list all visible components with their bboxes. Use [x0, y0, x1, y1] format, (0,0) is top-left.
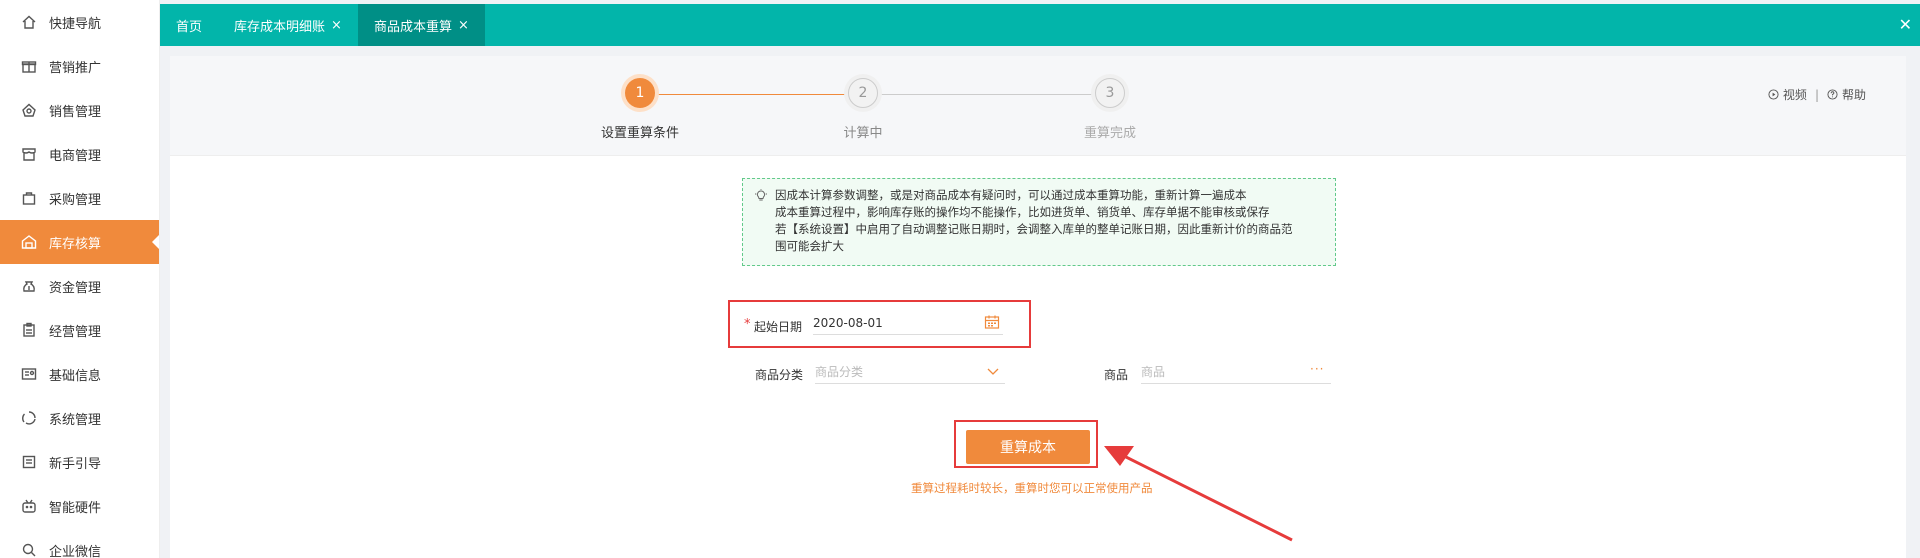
- warehouse-icon: [20, 233, 38, 251]
- tab-close-icon[interactable]: ×: [331, 18, 342, 33]
- step-1-circle: 1: [625, 78, 655, 108]
- help-links: 视频 | 帮助: [1768, 86, 1866, 103]
- tab-cost-recalc-label: 商品成本重算: [373, 19, 452, 35]
- sidebar-item-label: 电商管理: [49, 148, 102, 164]
- tab-inventory-cost-ledger-label: 库存成本明细账: [234, 19, 326, 35]
- step-2-label: 计算中: [843, 126, 883, 141]
- step-3-label: 重算完成: [1083, 126, 1136, 141]
- gift-icon: [20, 57, 38, 75]
- sidebar-item-label: 基础信息: [49, 368, 102, 384]
- product-label: 商品: [1104, 368, 1129, 382]
- notice-line-4: 围可能会扩大: [775, 239, 844, 253]
- start-date-input[interactable]: [813, 311, 1003, 335]
- sidebar-item-label: 快捷导航: [49, 16, 102, 32]
- tab-home-label: 首页: [176, 19, 203, 35]
- sidebar-item-label: 库存核算: [49, 236, 102, 252]
- money-bag-icon: [20, 277, 38, 295]
- sidebar-item-10[interactable]: 系统管理: [0, 396, 159, 440]
- step-3-circle: 3: [1095, 78, 1125, 108]
- sidebar-item-label: 系统管理: [49, 412, 102, 428]
- chevron-down-icon[interactable]: [986, 364, 1000, 378]
- step-bar: 1 2 3 设置重算条件 计算中 重算完成 视频 | 帮助: [170, 56, 1906, 156]
- sidebar-item-label: 经营管理: [49, 324, 102, 340]
- sidebar-item-label: 资金管理: [49, 280, 102, 296]
- more-options-icon[interactable]: ···: [1310, 362, 1324, 376]
- notice-line-2: 成本重算过程中，影响库存账的操作均不能操作，比如进货单、销货单、库存单据不能审核…: [775, 205, 1270, 219]
- start-date-label: 起始日期: [754, 320, 803, 334]
- category-select[interactable]: [815, 360, 1005, 384]
- sidebar-item-9[interactable]: 基础信息: [0, 352, 159, 396]
- sidebar-item-5[interactable]: 采购管理: [0, 176, 159, 220]
- tab-close-icon[interactable]: ×: [458, 18, 469, 33]
- search-icon: [20, 541, 38, 558]
- recalc-cost-button[interactable]: 重算成本: [966, 430, 1090, 464]
- tab-bar: 首页 库存成本明细账 × 商品成本重算 × ✕: [160, 4, 1920, 46]
- sidebar-item-13[interactable]: 企业微信: [0, 528, 159, 558]
- sidebar-item-3[interactable]: 销售管理: [0, 88, 159, 132]
- product-input[interactable]: [1141, 360, 1331, 384]
- cycle-icon: [20, 409, 38, 427]
- question-icon: [1827, 89, 1838, 100]
- sidebar-item-8[interactable]: 经营管理: [0, 308, 159, 352]
- play-icon: [1768, 89, 1779, 100]
- close-all-tabs-icon[interactable]: ✕: [1899, 15, 1912, 34]
- sidebar-item-label: 销售管理: [49, 104, 102, 120]
- guide-icon: [20, 453, 38, 471]
- store-icon: [20, 145, 38, 163]
- app-root: 快捷导航营销推广销售管理电商管理采购管理库存核算资金管理经营管理基础信息系统管理…: [0, 0, 1920, 558]
- device-icon: [20, 497, 38, 515]
- step-2-circle: 2: [848, 78, 878, 108]
- clipboard-icon: [20, 321, 38, 339]
- sidebar-item-label: 新手引导: [49, 456, 102, 472]
- bag-icon: [20, 189, 38, 207]
- sidebar: 快捷导航营销推广销售管理电商管理采购管理库存核算资金管理经营管理基础信息系统管理…: [0, 0, 160, 558]
- help-separator: |: [1814, 87, 1819, 102]
- calendar-icon[interactable]: [984, 314, 1000, 330]
- video-link[interactable]: 视频: [1783, 86, 1807, 103]
- sidebar-item-1[interactable]: 快捷导航: [0, 0, 159, 44]
- help-link[interactable]: 帮助: [1842, 86, 1866, 103]
- notice-box: 因成本计算参数调整，或是对商品成本有疑问时，可以通过成本重算功能，重新计算一遍成…: [742, 178, 1336, 266]
- sidebar-item-7[interactable]: 资金管理: [0, 264, 159, 308]
- home-icon: [20, 13, 38, 31]
- tab-home[interactable]: 首页: [160, 4, 218, 46]
- tab-cost-recalc[interactable]: 商品成本重算 ×: [357, 4, 485, 46]
- notice-line-1: 因成本计算参数调整，或是对商品成本有疑问时，可以通过成本重算功能，重新计算一遍成…: [775, 188, 1247, 202]
- step-connector-1: [656, 94, 846, 95]
- required-mark: *: [744, 317, 751, 332]
- step-connector-2: [880, 94, 1095, 95]
- notice-line-3: 若【系统设置】中启用了自动调整记账日期时，会调整入库单的整单记账日期，因此重新计…: [775, 222, 1293, 236]
- sidebar-item-label: 智能硬件: [49, 500, 102, 516]
- recalc-tip: 重算过程耗时较长，重算时您可以正常使用产品: [911, 481, 1153, 495]
- sidebar-item-4[interactable]: 电商管理: [0, 132, 159, 176]
- lightbulb-icon: [755, 189, 767, 201]
- category-label: 商品分类: [755, 368, 804, 382]
- sidebar-item-11[interactable]: 新手引导: [0, 440, 159, 484]
- sidebar-item-2[interactable]: 营销推广: [0, 44, 159, 88]
- sidebar-item-label: 企业微信: [49, 544, 102, 558]
- sidebar-item-label: 采购管理: [49, 192, 102, 208]
- sidebar-item-label: 营销推广: [49, 60, 102, 76]
- tab-inventory-cost-ledger[interactable]: 库存成本明细账 ×: [218, 4, 358, 46]
- sales-icon: [20, 101, 38, 119]
- sidebar-item-12[interactable]: 智能硬件: [0, 484, 159, 528]
- sidebar-item-6[interactable]: 库存核算: [0, 220, 159, 264]
- id-card-icon: [20, 365, 38, 383]
- step-1-label: 设置重算条件: [600, 126, 679, 141]
